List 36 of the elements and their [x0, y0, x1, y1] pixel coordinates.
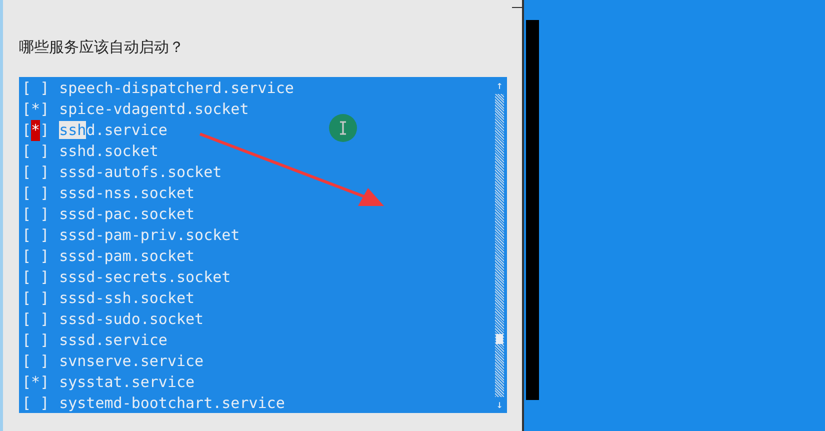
checkbox[interactable]: [ ]	[22, 246, 50, 267]
text-cursor-icon	[329, 114, 357, 142]
checkbox[interactable]: [ ]	[22, 162, 50, 183]
service-name[interactable]: sssd-secrets.socket	[59, 267, 231, 288]
service-name[interactable]: svnserve.service	[59, 351, 204, 372]
checkbox[interactable]: [ ]	[22, 267, 50, 288]
service-name[interactable]: spice-vdagentd.socket	[59, 99, 249, 120]
scrollbar-track[interactable]	[495, 94, 504, 397]
scroll-up-arrow[interactable]: ↑	[496, 78, 503, 94]
scroll-down-arrow[interactable]: ↓	[496, 397, 503, 413]
checkbox[interactable]: [*]	[22, 372, 50, 393]
service-name[interactable]: sssd-sudo.socket	[59, 309, 204, 330]
service-name[interactable]: sssd-ssh.socket	[59, 288, 195, 309]
service-name[interactable]: sssd-pam.socket	[59, 246, 195, 267]
service-name[interactable]: sssd-pam-priv.socket	[59, 225, 240, 246]
service-name[interactable]: sshd.service	[59, 120, 168, 141]
checkbox[interactable]: [ ]	[22, 204, 50, 225]
checkbox[interactable]: [ ]	[22, 330, 50, 351]
checkbox[interactable]: [ ]	[22, 225, 50, 246]
checkbox[interactable]: [ ]	[22, 288, 50, 309]
dialog-question: 哪些服务应该自动启动？	[19, 38, 185, 57]
service-name[interactable]: speech-dispatcherd.service	[59, 78, 294, 99]
service-name[interactable]: sssd-pac.socket	[59, 204, 195, 225]
checkbox[interactable]: [ ]	[22, 78, 50, 99]
checkbox[interactable]: [ ]	[22, 351, 50, 372]
service-name[interactable]: sssd.service	[59, 330, 168, 351]
service-name[interactable]: systemd-bootchart.service	[59, 393, 285, 414]
checkbox[interactable]: [ ]	[22, 183, 50, 204]
service-name[interactable]: sssd-autofs.socket	[59, 162, 222, 183]
checkbox[interactable]: [ ]	[22, 309, 50, 330]
service-name[interactable]: sysstat.service	[59, 372, 195, 393]
checkbox[interactable]: [*]	[22, 99, 50, 120]
service-name[interactable]: sssd-nss.socket	[59, 183, 195, 204]
checkbox[interactable]: [ ]	[22, 393, 50, 414]
service-name[interactable]: sshd.socket	[59, 141, 158, 162]
checkbox[interactable]: [ ]	[22, 141, 50, 162]
